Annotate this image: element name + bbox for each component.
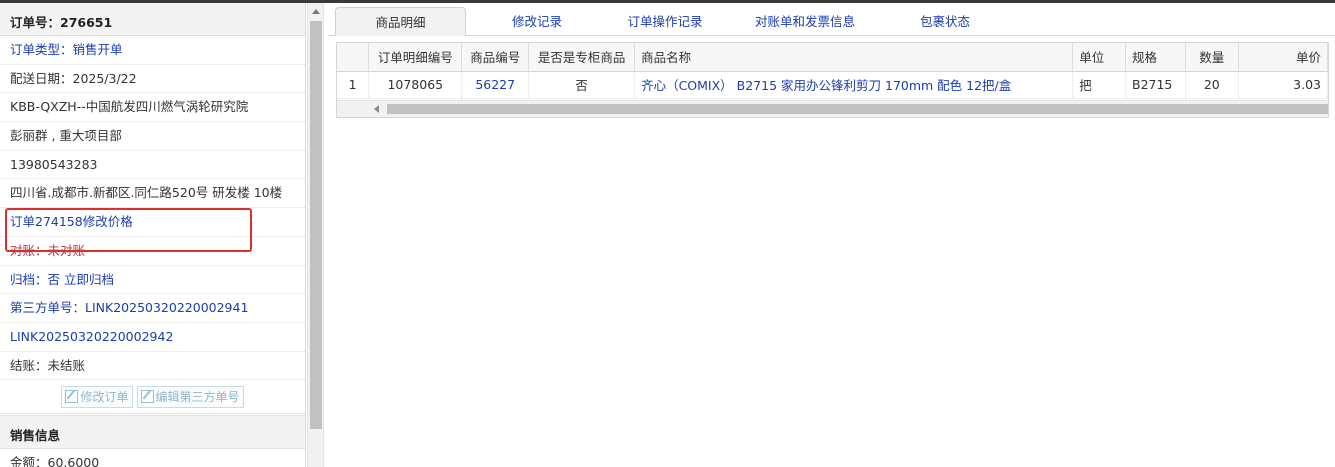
delivery-date: 配送日期：2025/3/22 — [0, 65, 305, 94]
edit-order-button[interactable]: 修改订单 — [61, 385, 133, 408]
price-cell: 3.03 — [1238, 71, 1328, 99]
tab-change-log[interactable]: 修改记录 — [485, 7, 589, 36]
table-header-row: 订单明细编号 商品编号 是否是专柜商品 商品名称 单位 规格 数量 单价 — [337, 43, 1328, 72]
unit-cell: 把 — [1072, 71, 1126, 99]
product-id-link[interactable]: 56227 — [461, 71, 530, 99]
counter-cell: 否 — [528, 71, 636, 99]
quantity-cell: 20 — [1185, 71, 1239, 99]
product-details-grid: 订单明细编号 商品编号 是否是专柜商品 商品名称 单位 规格 数量 单价 1 1… — [336, 42, 1329, 118]
spec-cell: B2715 — [1125, 71, 1186, 99]
delivery-address: 四川省.成都市.新都区.同仁路520号 研发楼 10楼 — [0, 179, 305, 209]
order-type-row: 订单类型：销售开单 — [0, 36, 305, 65]
scrollbar-thumb[interactable] — [310, 21, 322, 429]
left-panel-scrollbar[interactable] — [307, 3, 324, 467]
edit-third-party-button[interactable]: 编辑第三方单号 — [136, 385, 244, 408]
order-action-buttons: 修改订单 编辑第三方单号 — [0, 380, 305, 415]
third-party-label: 第三方单号： — [10, 300, 86, 316]
row-index: 1 — [337, 71, 370, 99]
archive-row: 归档：否 立即归档 — [0, 266, 305, 295]
edit-icon — [140, 390, 154, 404]
column-header[interactable]: 规格 — [1125, 43, 1186, 72]
column-header[interactable]: 单位 — [1072, 43, 1126, 72]
product-name-link[interactable]: 齐心（COMIX） B2715 家用办公锋利剪刀 170mm 配色 12把/盒 — [634, 71, 1074, 99]
table-row[interactable]: 1 1078065 56227 否 齐心（COMIX） B2715 家用办公锋利… — [337, 71, 1328, 99]
horizontal-scrollbar-thumb[interactable] — [387, 104, 1328, 114]
contact-phone: 13980543283 — [0, 151, 305, 180]
column-header[interactable]: 商品名称 — [634, 43, 1074, 72]
product-table: 订单明细编号 商品编号 是否是专柜商品 商品名称 单位 规格 数量 单价 1 1… — [337, 43, 1328, 99]
edit-third-party-label: 编辑第三方单号 — [155, 390, 240, 405]
detail-id-cell: 1078065 — [368, 71, 463, 99]
third-party-number-2[interactable]: LINK20250320220002942 — [10, 329, 173, 344]
order-type-value: 销售开单 — [72, 42, 123, 57]
scroll-up-icon[interactable] — [312, 9, 320, 14]
order-number-header: 订单号：276651 — [0, 3, 305, 36]
sales-amount: 金额：60.6000 — [0, 449, 305, 467]
tab-package-status[interactable]: 包裹状态 — [893, 7, 997, 36]
detail-panel: 商品明细 修改记录 订单操作记录 对账单和发票信息 包裹状态 订单明细编号 商品… — [328, 3, 1335, 467]
column-header[interactable]: 数量 — [1185, 43, 1239, 72]
archive-value: 否 — [47, 271, 61, 287]
settlement-status: 结账：未结账 — [0, 352, 305, 381]
third-party-number-1[interactable]: LINK20250320220002941 — [85, 300, 248, 315]
tab-product-details[interactable]: 商品明细 — [335, 7, 466, 36]
column-header[interactable]: 订单明细编号 — [368, 43, 463, 72]
order-type-label: 订单类型： — [10, 42, 73, 57]
highlight-box — [5, 208, 252, 252]
sales-info-header: 销售信息 — [0, 415, 305, 450]
archive-label: 归档： — [10, 271, 48, 287]
grid-horizontal-scrollbar[interactable] — [337, 100, 1328, 117]
edit-icon — [65, 390, 79, 404]
archive-now-link[interactable]: 立即归档 — [64, 272, 114, 287]
edit-order-label: 修改订单 — [80, 390, 129, 405]
column-header[interactable]: 单价 — [1238, 43, 1328, 72]
row-number-header — [337, 43, 370, 72]
column-header[interactable]: 是否是专柜商品 — [528, 43, 636, 72]
scroll-left-icon[interactable] — [374, 105, 379, 113]
detail-tabs: 商品明细 修改记录 订单操作记录 对账单和发票信息 包裹状态 — [328, 3, 1335, 36]
column-header[interactable]: 商品编号 — [461, 43, 530, 72]
tab-order-operation-log[interactable]: 订单操作记录 — [608, 7, 722, 36]
third-party-row-2: LINK20250320220002942 — [0, 323, 305, 352]
customer-name: KBB-QXZH--中国航发四川燃气涡轮研究院 — [0, 93, 305, 123]
third-party-row: 第三方单号：LINK20250320220002941 — [0, 294, 305, 323]
tab-statement-invoice[interactable]: 对账单和发票信息 — [738, 7, 872, 36]
contact-person: 彭丽群 , 重大项目部 — [0, 122, 305, 151]
